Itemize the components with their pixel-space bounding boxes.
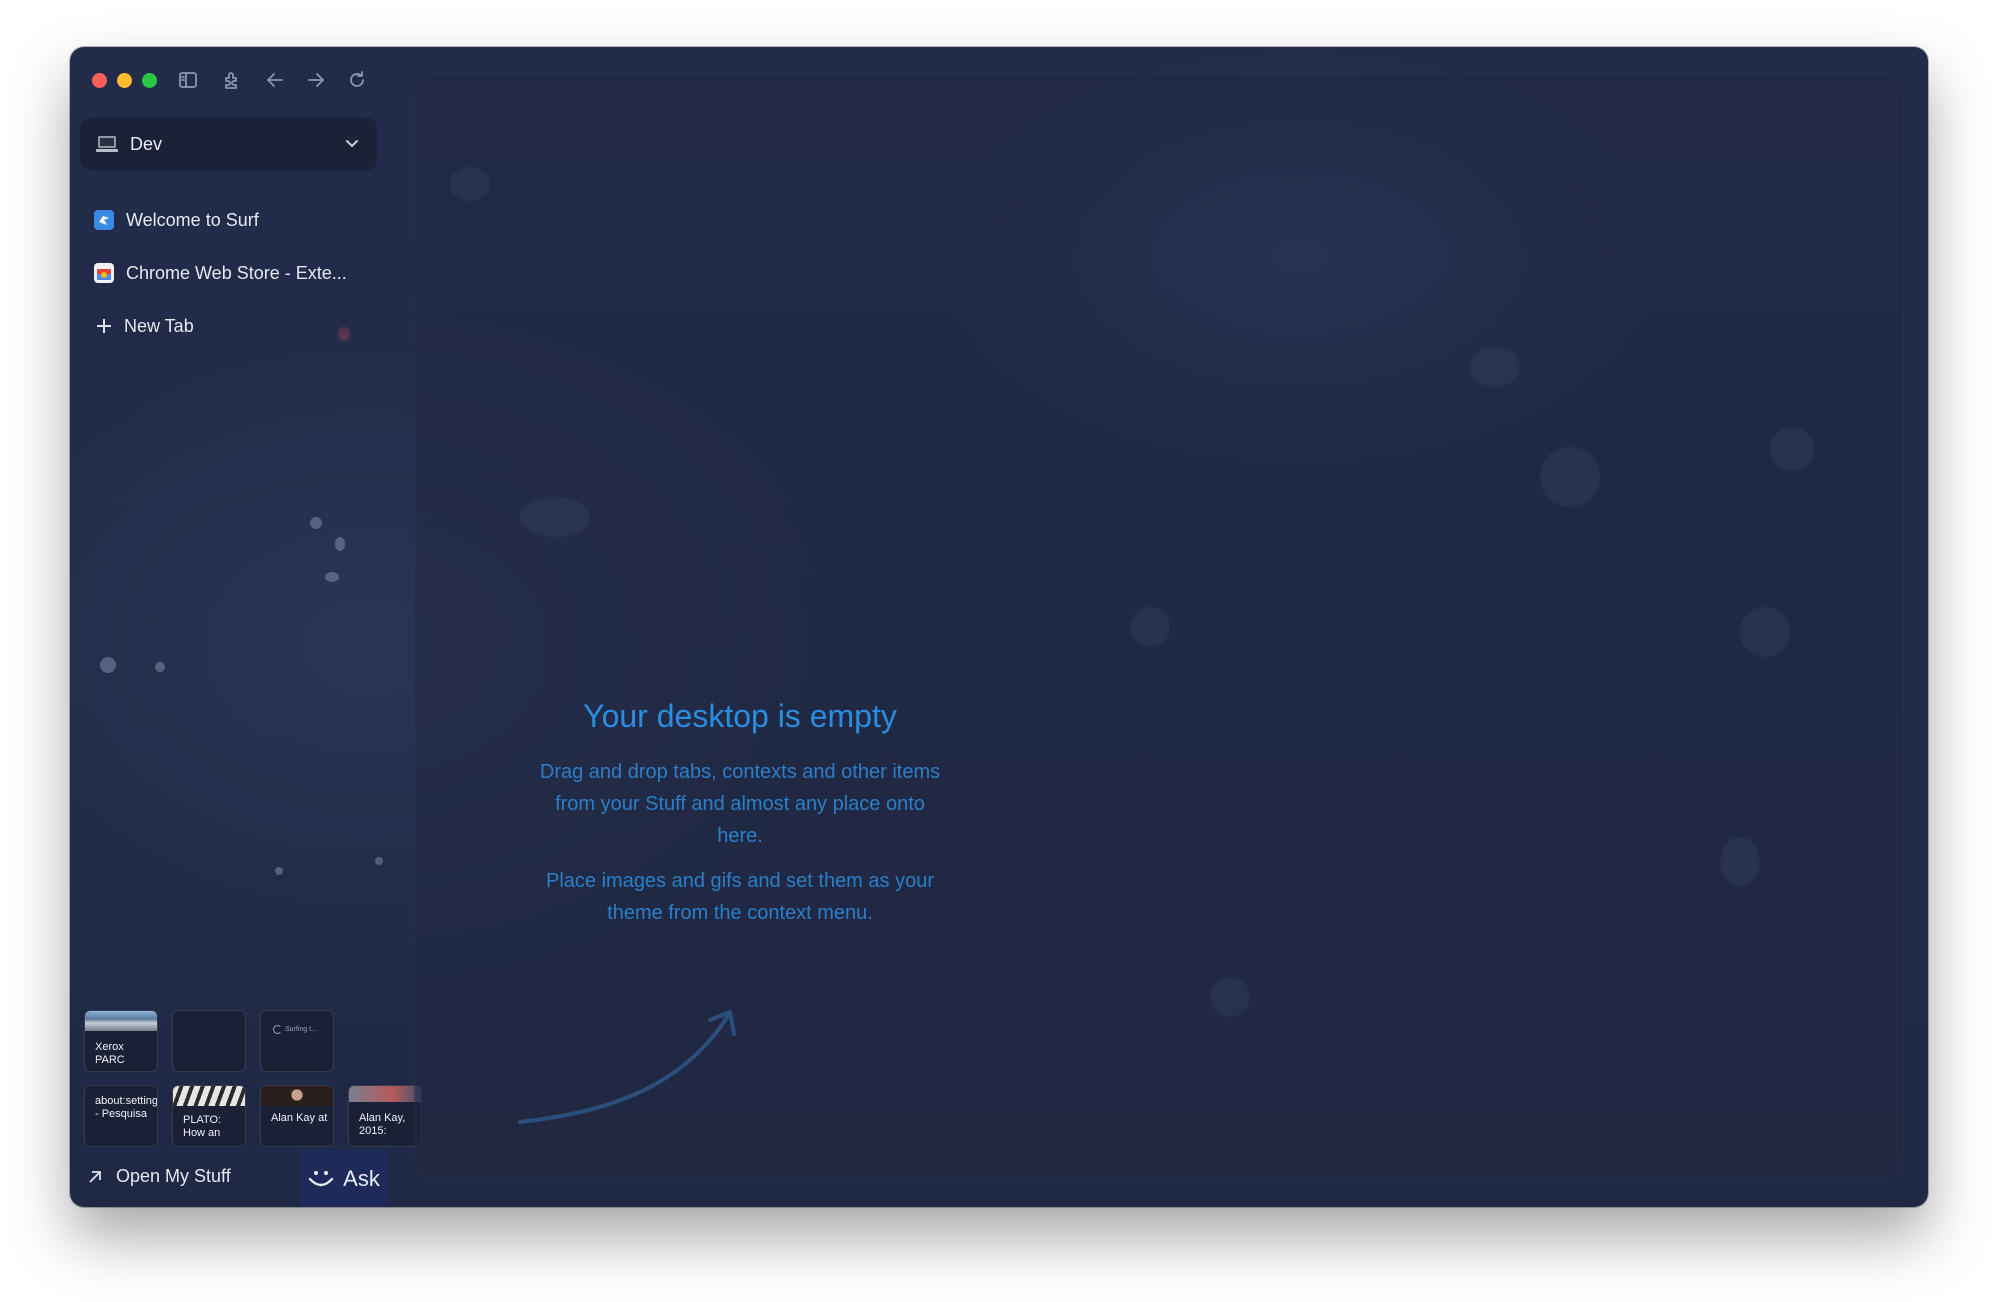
stuff-thumbnail[interactable]: Surfing t... [260, 1010, 334, 1072]
close-window-button[interactable] [92, 73, 107, 88]
chevron-down-icon [346, 140, 358, 147]
arrow-up-right-icon [89, 1170, 101, 1183]
extensions-icon[interactable] [219, 67, 245, 93]
chrome-web-store-favicon [94, 263, 114, 283]
thumbnail-caption: Xerox PARC [95, 1041, 125, 1066]
loading-spinner-icon [273, 1025, 282, 1034]
back-arrow-icon[interactable] [262, 67, 288, 93]
space-label: Dev [130, 133, 163, 154]
surf-favicon [94, 210, 114, 230]
thumbnail-caption: Alan Kay, 2015: [359, 1112, 406, 1137]
reload-icon[interactable] [344, 67, 370, 93]
tab-label: Chrome Web Store - Exte... [126, 262, 347, 283]
title-bar [70, 47, 430, 111]
open-my-stuff-button[interactable]: Open My Stuff [88, 1166, 231, 1187]
tab-label: Welcome to Surf [126, 209, 259, 230]
stuff-thumbnail[interactable]: Xerox PARC [84, 1010, 158, 1072]
new-tab-button[interactable]: New Tab [96, 308, 194, 344]
forward-arrow-icon[interactable] [303, 67, 329, 93]
desktop-area[interactable]: Your desktop is empty Drag and drop tabs… [414, 74, 1904, 1180]
sidebar-bottom-bar: Open My Stuff Ask [70, 1150, 387, 1207]
stuff-thumbnail[interactable] [172, 1010, 246, 1072]
tab-chrome-web-store[interactable]: Chrome Web Store - Exte... [94, 255, 347, 291]
thumbnail-caption: Surfing t... [285, 1026, 317, 1033]
stuff-thumbnail[interactable]: PLATO: How an [172, 1085, 246, 1147]
ask-label: Ask [343, 1165, 380, 1191]
maximize-window-button[interactable] [142, 73, 157, 88]
stuff-thumbnail[interactable]: Alan Kay, 2015: [348, 1085, 422, 1147]
empty-desktop-title: Your desktop is empty [583, 698, 897, 734]
tab-welcome-to-surf[interactable]: Welcome to Surf [94, 202, 259, 238]
thumbnail-caption: PLATO: How an [183, 1114, 222, 1139]
laptop-icon [96, 136, 118, 152]
new-tab-label: New Tab [124, 315, 194, 336]
space-selector[interactable]: Dev [80, 118, 377, 170]
browser-window: Dev Welcome to Surf Chrome Web Store - E… [70, 47, 1928, 1207]
stuff-thumbnail[interactable]: Alan Kay at [260, 1085, 334, 1147]
stuff-thumbnail[interactable]: about:settings - Pesquisa [84, 1085, 158, 1147]
plus-icon [97, 319, 111, 333]
empty-desktop-paragraph-1: Drag and drop tabs, contexts and other i… [539, 761, 941, 847]
minimize-window-button[interactable] [117, 73, 132, 88]
curved-arrow-icon [518, 1010, 736, 1124]
thumbnail-caption: about:settings - Pesquisa [95, 1095, 158, 1120]
empty-desktop-paragraph-2: Place images and gifs and set them as yo… [546, 870, 934, 924]
thumbnail-caption: Alan Kay at [271, 1112, 328, 1124]
ask-button[interactable]: Ask [300, 1150, 387, 1207]
smile-icon [308, 1170, 334, 1186]
open-my-stuff-label: Open My Stuff [116, 1166, 231, 1186]
sidebar-toggle-icon[interactable] [175, 67, 201, 93]
